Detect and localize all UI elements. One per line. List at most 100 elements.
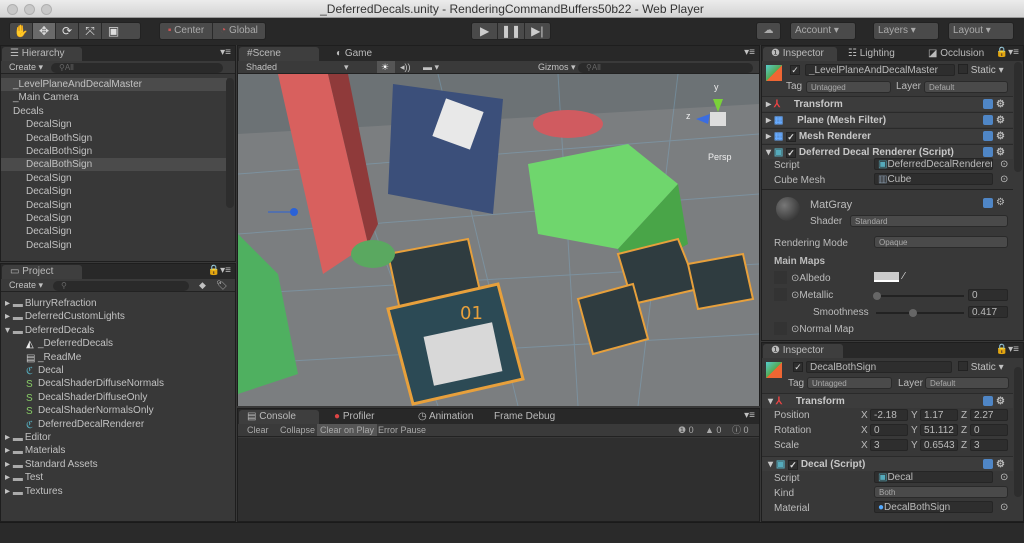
decal-script-header[interactable]: ▾ ▣ ✓ Decal (Script) ⚙ xyxy=(762,456,1013,471)
tab-scene[interactable]: #Scene xyxy=(239,47,319,61)
panel-menu-icon[interactable]: ▾≡ xyxy=(744,410,755,421)
static-checkbox[interactable]: Static ▾ xyxy=(958,64,1004,76)
transform-header[interactable]: ▾ ⅄ Transform ⚙ xyxy=(762,393,1013,408)
expand-arrow-icon[interactable]: ▸ xyxy=(5,445,13,456)
scale-x-input[interactable]: 3 xyxy=(870,439,908,451)
hierarchy-item[interactable]: DecalBothSign xyxy=(1,145,227,158)
smoothness-value-input[interactable]: 0.417 xyxy=(968,306,1008,318)
panel-menu-icon[interactable]: ▾≡ xyxy=(744,47,755,58)
account-dropdown[interactable]: Account ▾ xyxy=(790,22,856,40)
albedo-texture-slot[interactable] xyxy=(774,271,787,284)
object-picker-icon[interactable]: ⊙ xyxy=(1000,159,1008,170)
collapsed-arrow-icon[interactable]: ▸ xyxy=(762,99,771,110)
rotation-x-input[interactable]: 0 xyxy=(870,424,908,436)
project-item[interactable]: ℭ Decal xyxy=(1,364,227,377)
shading-dropdown[interactable]: Shaded xyxy=(246,61,277,73)
zoom-window-button[interactable] xyxy=(41,4,52,15)
help-icon[interactable] xyxy=(983,115,993,125)
audio-icon[interactable]: ◂)) xyxy=(400,61,411,73)
project-item[interactable]: ▸ ▬ DeferredCustomLights xyxy=(1,310,227,323)
layer-dropdown[interactable]: Default xyxy=(925,377,1009,389)
step-icon[interactable]: ▶| xyxy=(525,23,550,39)
expand-arrow-icon[interactable]: ▸ xyxy=(5,311,13,322)
layer-dropdown[interactable]: Default xyxy=(924,81,1008,93)
clear-on-play-toggle[interactable]: Clear on Play xyxy=(317,424,378,436)
material-field[interactable]: ●DecalBothSign xyxy=(874,501,993,513)
gear-icon[interactable]: ⚙ xyxy=(996,129,1005,144)
eyedropper-icon[interactable]: ⁄ xyxy=(903,271,905,282)
gameobject-name-input[interactable]: _LevelPlaneAndDecalMaster xyxy=(805,64,955,76)
panel-menu-icon[interactable]: ▾≡ xyxy=(220,47,231,58)
normal-map-texture-slot[interactable] xyxy=(774,322,787,335)
collapsed-arrow-icon[interactable]: ▸ xyxy=(762,131,771,142)
create-dropdown[interactable]: Create ▾ xyxy=(9,61,43,73)
hierarchy-item[interactable]: DecalSign xyxy=(1,118,227,131)
script-field[interactable]: ▣DeferredDecalRenderer xyxy=(874,158,993,170)
expand-arrow-icon[interactable]: ▾ xyxy=(5,325,13,336)
lock-icon[interactable]: 🔒▾≡ xyxy=(208,265,231,276)
project-item[interactable]: ▸ ▬ Textures xyxy=(1,485,227,498)
gear-icon[interactable]: ⚙ xyxy=(996,113,1005,128)
tab-animation[interactable]: ◷ Animation xyxy=(410,410,481,424)
close-window-button[interactable] xyxy=(7,4,18,15)
project-search-input[interactable]: ⚲ xyxy=(53,281,189,291)
move-tool-icon[interactable]: ✥ xyxy=(33,23,56,39)
pivot-center-button[interactable]: ▪ Center xyxy=(160,23,213,39)
pivot-global-button[interactable]: ◔ Global xyxy=(213,23,265,39)
hierarchy-item[interactable]: _Main Camera xyxy=(1,91,227,104)
component-enabled-checkbox[interactable]: ✓ xyxy=(786,132,797,142)
rotate-tool-icon[interactable]: ⟳ xyxy=(56,23,79,39)
collapsed-arrow-icon[interactable]: ▸ xyxy=(762,115,771,126)
help-icon[interactable] xyxy=(983,198,993,208)
position-z-input[interactable]: 2.27 xyxy=(970,409,1008,421)
lock-icon[interactable]: 🔒▾≡ xyxy=(996,344,1019,355)
scene-viewport[interactable]: 01 y z Persp xyxy=(238,74,759,406)
collapse-button[interactable]: Collapse xyxy=(280,424,315,436)
albedo-color-swatch[interactable] xyxy=(874,272,899,282)
metallic-value-input[interactable]: 0 xyxy=(968,289,1008,301)
position-y-input[interactable]: 1.17 xyxy=(920,409,958,421)
project-item[interactable]: S DecalShaderDiffuseNormals xyxy=(1,377,227,390)
tab-lighting[interactable]: ☷ Lighting xyxy=(840,47,903,61)
tab-inspector[interactable]: ❶ Inspector xyxy=(763,344,843,358)
hierarchy-item[interactable]: DecalSign xyxy=(1,239,227,252)
project-item[interactable]: S DecalShaderNormalsOnly xyxy=(1,404,227,417)
tab-profiler[interactable]: ● Profiler xyxy=(326,410,383,424)
lock-icon[interactable]: 🔒▾≡ xyxy=(996,47,1019,58)
project-item[interactable]: ◭ _DeferredDecals xyxy=(1,337,227,350)
inspector2-scrollbar[interactable] xyxy=(1014,367,1022,497)
layers-dropdown[interactable]: Layers ▾ xyxy=(873,22,939,40)
project-item[interactable]: S DecalShaderDiffuseOnly xyxy=(1,391,227,404)
hierarchy-item[interactable]: _LevelPlaneAndDecalMaster xyxy=(1,78,227,91)
hierarchy-item[interactable]: DecalSign xyxy=(1,185,227,198)
cloud-icon[interactable]: ☁ xyxy=(756,22,781,40)
hierarchy-item[interactable]: DecalBothSign xyxy=(1,132,227,145)
scale-z-input[interactable]: 3 xyxy=(970,439,1008,451)
scale-y-input[interactable]: 0.6543 xyxy=(920,439,958,451)
tag-dropdown[interactable]: Untagged xyxy=(807,377,892,389)
script-field[interactable]: ▣Decal xyxy=(874,471,993,483)
hierarchy-item[interactable]: DecalSign xyxy=(1,199,227,212)
warning-count-toggle[interactable]: ▲ 0 xyxy=(705,424,721,436)
tab-game[interactable]: ◐ Game xyxy=(328,47,380,61)
project-item[interactable]: ▸ ▬ Test xyxy=(1,471,227,484)
component-header[interactable]: ▸ ⅄ Transform ⚙ xyxy=(762,96,1013,111)
metallic-slider[interactable] xyxy=(873,292,964,300)
slider-thumb[interactable] xyxy=(909,309,917,317)
play-icon[interactable]: ▶ xyxy=(472,23,499,39)
gear-icon[interactable]: ⚙ xyxy=(996,197,1005,208)
expand-arrow-icon[interactable]: ▸ xyxy=(5,486,13,497)
smoothness-slider[interactable] xyxy=(876,309,964,317)
expanded-arrow-icon[interactable]: ▾ xyxy=(762,147,771,158)
layout-dropdown[interactable]: Layout ▾ xyxy=(948,22,1014,40)
metallic-texture-slot[interactable] xyxy=(774,288,787,301)
error-pause-toggle[interactable]: Error Pause xyxy=(378,424,426,436)
help-icon[interactable] xyxy=(983,131,993,141)
tab-occlusion[interactable]: ◪ Occlusion xyxy=(920,47,992,61)
hierarchy-scrollbar[interactable] xyxy=(226,78,234,208)
expand-arrow-icon[interactable]: ▸ xyxy=(5,459,13,470)
gear-icon[interactable]: ⚙ xyxy=(996,145,1005,160)
component-enabled-checkbox[interactable]: ✓ xyxy=(786,148,797,158)
project-item[interactable]: ▸ ▬ BlurryRefraction xyxy=(1,297,227,310)
gameobject-name-input[interactable]: DecalBothSign xyxy=(806,361,952,373)
